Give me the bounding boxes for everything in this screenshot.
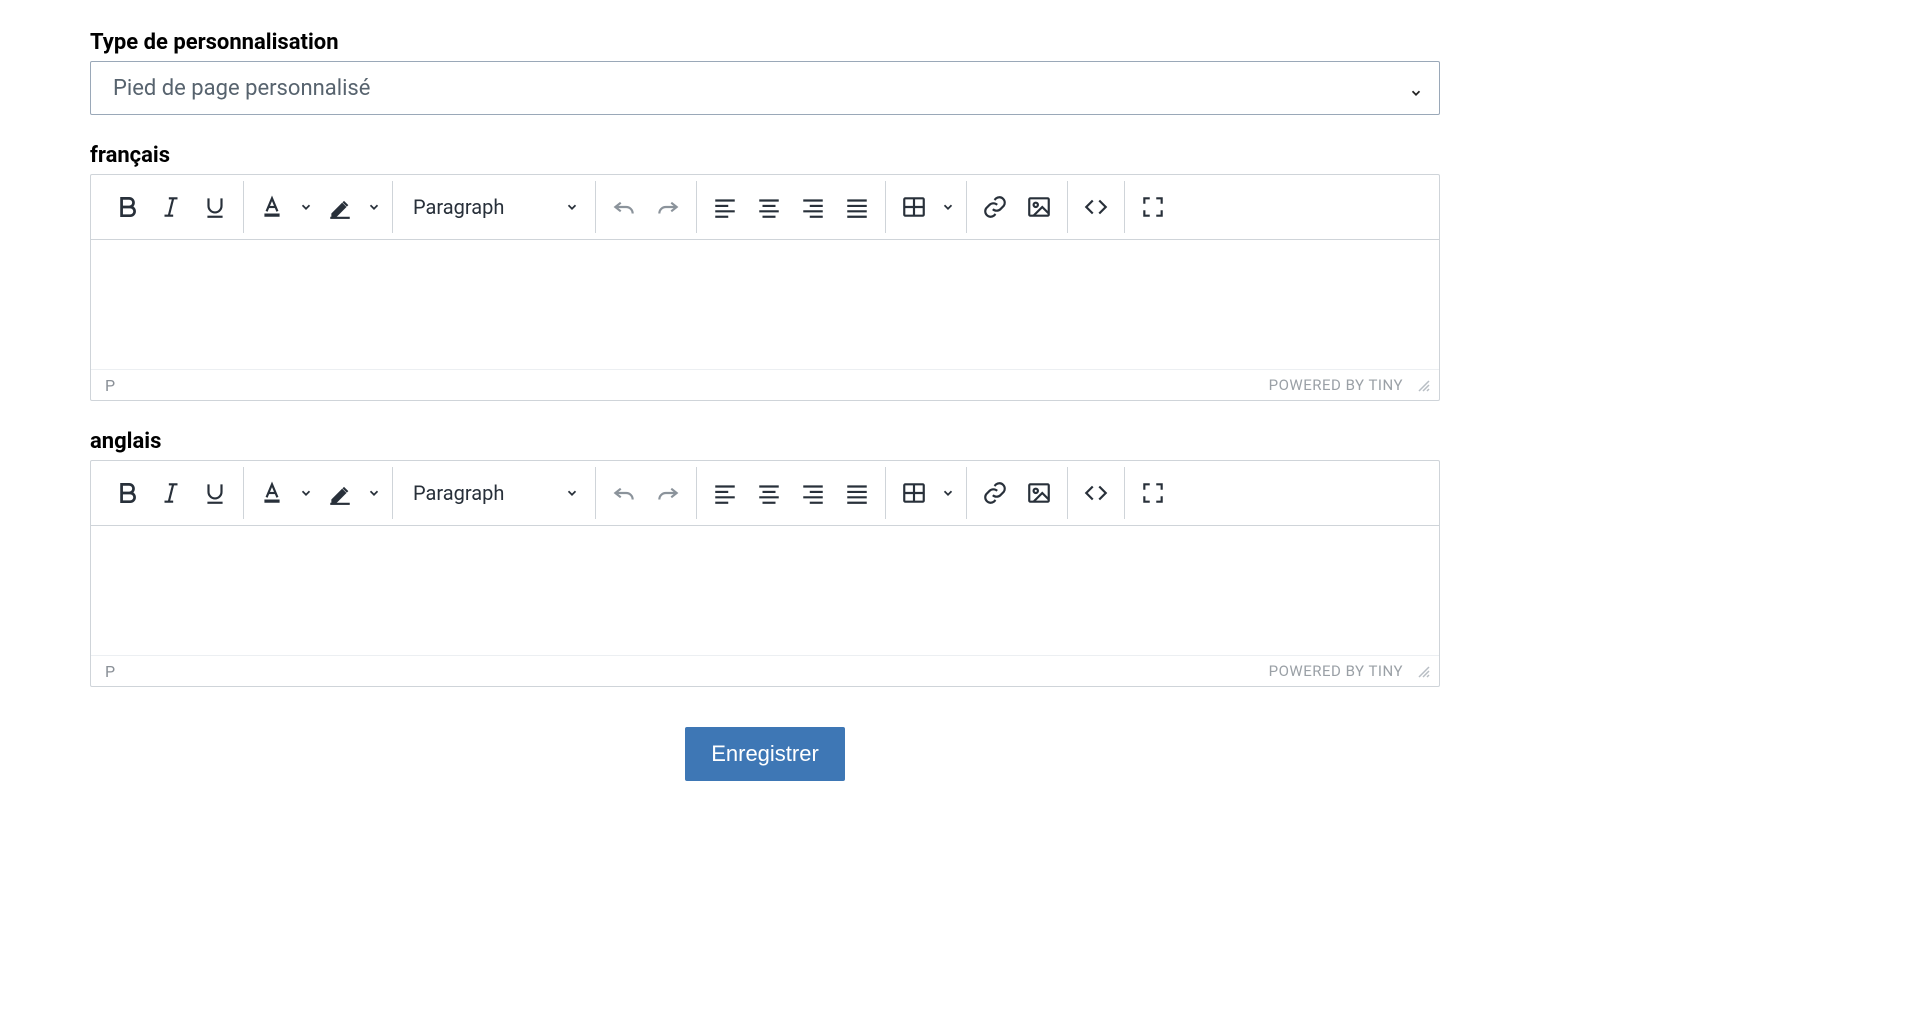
chevron-down-icon <box>1409 81 1423 95</box>
editor-label-fr: français <box>90 143 1440 168</box>
editor-fr: Paragraph <box>90 174 1440 401</box>
table-menu[interactable] <box>936 471 960 515</box>
align-left-button[interactable] <box>703 471 747 515</box>
save-button[interactable]: Enregistrer <box>685 727 845 781</box>
format-select-value: Paragraph <box>413 195 504 219</box>
italic-button[interactable] <box>149 471 193 515</box>
highlight-menu[interactable] <box>362 185 386 229</box>
format-select-value: Paragraph <box>413 481 504 505</box>
table-button[interactable] <box>892 471 936 515</box>
type-select-value: Pied de page personnalisé <box>113 76 370 101</box>
highlight-button[interactable] <box>318 185 362 229</box>
undo-button[interactable] <box>602 471 646 515</box>
undo-button[interactable] <box>602 185 646 229</box>
text-color-button[interactable] <box>250 185 294 229</box>
image-button[interactable] <box>1017 185 1061 229</box>
fullscreen-button[interactable] <box>1131 471 1175 515</box>
highlight-button[interactable] <box>318 471 362 515</box>
table-button[interactable] <box>892 185 936 229</box>
editor-label-en: anglais <box>90 429 1440 454</box>
editor-content-area[interactable] <box>91 526 1439 656</box>
text-color-button[interactable] <box>250 471 294 515</box>
align-center-button[interactable] <box>747 471 791 515</box>
source-code-button[interactable] <box>1074 471 1118 515</box>
toolbar: Paragraph <box>91 461 1439 526</box>
redo-button[interactable] <box>646 185 690 229</box>
bold-button[interactable] <box>105 185 149 229</box>
resize-handle[interactable] <box>1417 664 1431 678</box>
source-code-button[interactable] <box>1074 185 1118 229</box>
toolbar: Paragraph <box>91 175 1439 240</box>
editor-en: Paragraph <box>90 460 1440 687</box>
link-button[interactable] <box>973 471 1017 515</box>
image-button[interactable] <box>1017 471 1061 515</box>
align-justify-button[interactable] <box>835 185 879 229</box>
bold-button[interactable] <box>105 471 149 515</box>
align-left-button[interactable] <box>703 185 747 229</box>
resize-handle[interactable] <box>1417 378 1431 392</box>
type-select[interactable]: Pied de page personnalisé <box>90 61 1440 115</box>
redo-button[interactable] <box>646 471 690 515</box>
type-field-label: Type de personnalisation <box>90 30 1440 55</box>
element-path[interactable]: P <box>105 662 115 681</box>
text-color-menu[interactable] <box>294 185 318 229</box>
format-select[interactable]: Paragraph <box>399 185 589 229</box>
editor-content-area[interactable] <box>91 240 1439 370</box>
text-color-menu[interactable] <box>294 471 318 515</box>
table-menu[interactable] <box>936 185 960 229</box>
fullscreen-button[interactable] <box>1131 185 1175 229</box>
chevron-down-icon <box>565 195 579 219</box>
underline-button[interactable] <box>193 185 237 229</box>
align-right-button[interactable] <box>791 185 835 229</box>
align-center-button[interactable] <box>747 185 791 229</box>
highlight-menu[interactable] <box>362 471 386 515</box>
link-button[interactable] <box>973 185 1017 229</box>
underline-button[interactable] <box>193 471 237 515</box>
powered-by-label: POWERED BY TINY <box>1269 662 1403 680</box>
powered-by-label: POWERED BY TINY <box>1269 376 1403 394</box>
chevron-down-icon <box>565 481 579 505</box>
align-right-button[interactable] <box>791 471 835 515</box>
italic-button[interactable] <box>149 185 193 229</box>
align-justify-button[interactable] <box>835 471 879 515</box>
element-path[interactable]: P <box>105 376 115 395</box>
format-select[interactable]: Paragraph <box>399 471 589 515</box>
